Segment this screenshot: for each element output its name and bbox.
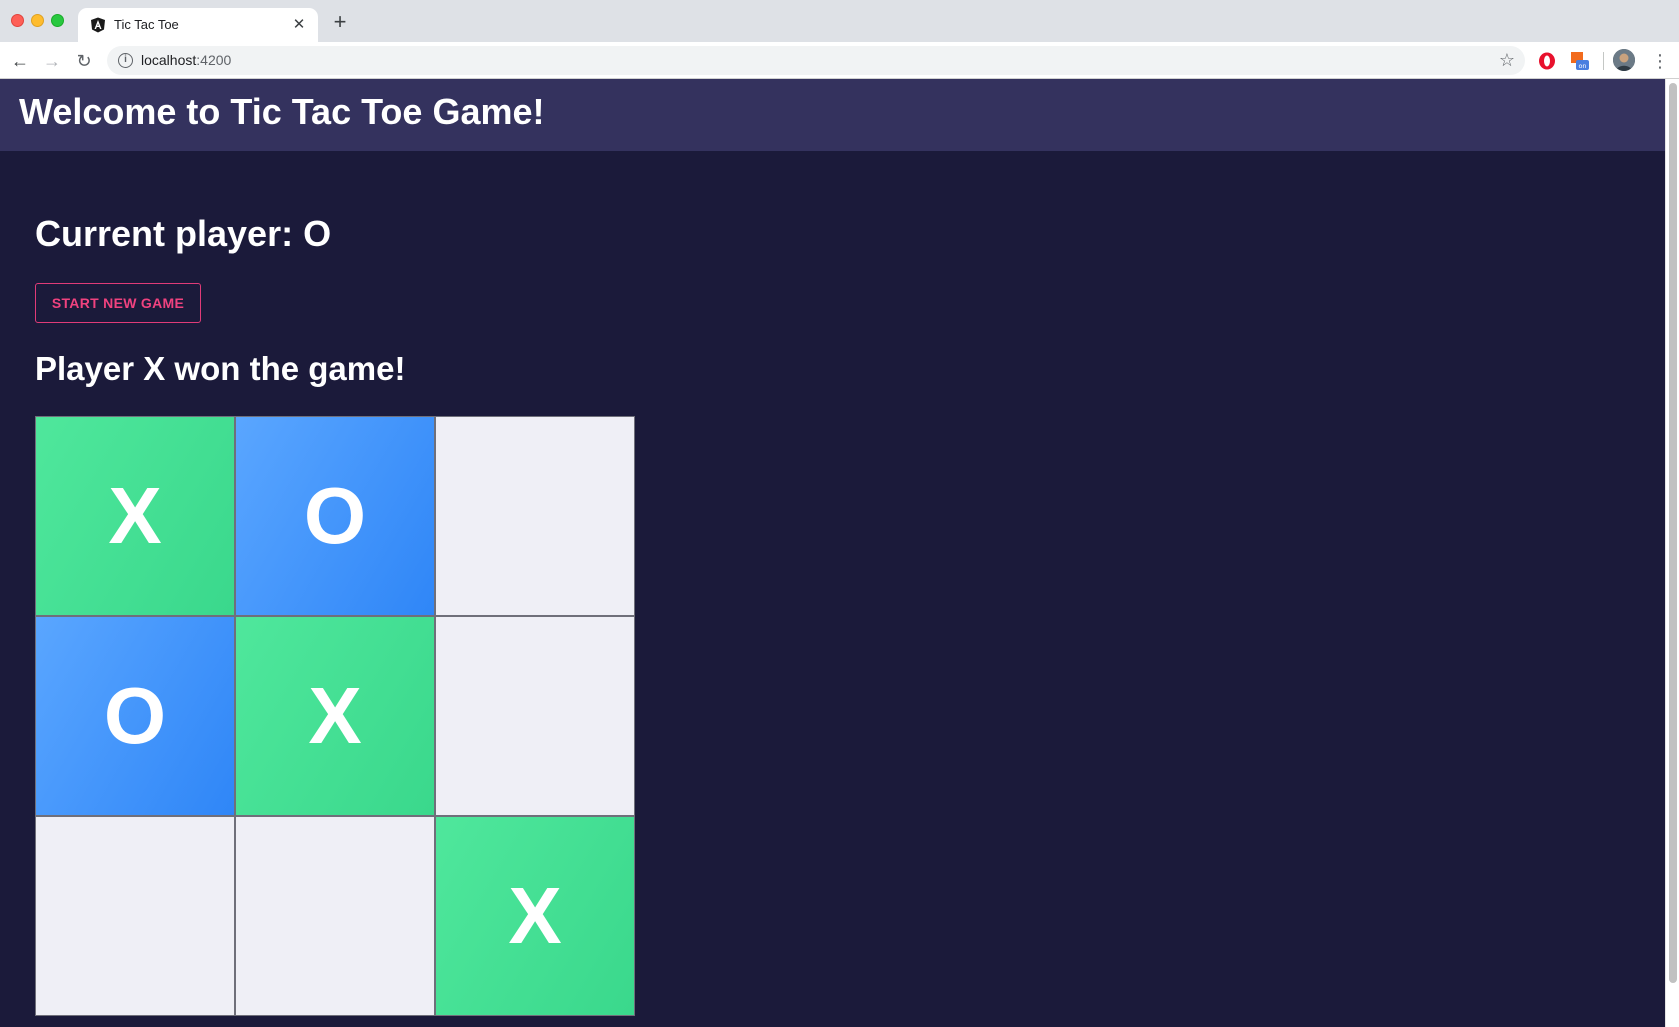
angular-icon — [91, 17, 105, 33]
forward-arrow-icon[interactable]: → — [41, 50, 63, 72]
person-icon — [1613, 49, 1635, 71]
new-tab-button[interactable]: + — [329, 11, 351, 33]
vertical-scrollbar[interactable] — [1665, 79, 1679, 1027]
board-cell[interactable]: O — [35, 616, 235, 816]
winner-message: Player X won the game! — [35, 350, 406, 387]
current-player-label: Current player: O — [35, 213, 332, 254]
toolbar-separator — [1603, 52, 1604, 70]
scrollbar-thumb[interactable] — [1669, 83, 1677, 983]
reload-icon[interactable]: ↻ — [73, 50, 95, 72]
browser-tabstrip: Tic Tac Toe ✕ + — [0, 0, 1679, 42]
toggle-extension-icon[interactable]: on — [1570, 51, 1590, 71]
bookmark-star-icon[interactable]: ☆ — [1499, 50, 1515, 71]
start-new-game-button[interactable]: START NEW GAME — [35, 283, 201, 323]
address-bar[interactable]: i localhost:4200 ☆ — [107, 46, 1525, 75]
board-cell[interactable] — [35, 816, 235, 1016]
close-window-button[interactable] — [11, 14, 24, 27]
board-cell[interactable] — [435, 616, 635, 816]
browser-tab[interactable]: Tic Tac Toe ✕ — [78, 8, 318, 42]
tab-title: Tic Tac Toe — [114, 17, 179, 32]
svg-text:on: on — [1578, 62, 1586, 70]
game-board: X O O X X — [35, 416, 635, 1016]
page-title: Welcome to Tic Tac Toe Game! — [19, 91, 545, 132]
board-cell[interactable] — [435, 416, 635, 616]
tab-close-icon[interactable]: ✕ — [290, 16, 308, 34]
page-viewport: Welcome to Tic Tac Toe Game! Current pla… — [0, 79, 1679, 1027]
opera-extension-icon[interactable] — [1537, 51, 1557, 71]
board-cell[interactable]: X — [235, 616, 435, 816]
site-info-icon[interactable]: i — [118, 53, 133, 68]
url-host: localhost — [141, 52, 197, 68]
board-cell[interactable]: X — [35, 416, 235, 616]
back-arrow-icon[interactable]: ← — [9, 50, 31, 72]
maximize-window-button[interactable] — [51, 14, 64, 27]
app-header: Welcome to Tic Tac Toe Game! — [0, 79, 1665, 151]
board-cell[interactable]: X — [435, 816, 635, 1016]
board-cell[interactable]: O — [235, 416, 435, 616]
minimize-window-button[interactable] — [31, 14, 44, 27]
board-cell[interactable] — [235, 816, 435, 1016]
url-port: :4200 — [196, 52, 232, 68]
url-text[interactable]: localhost:4200 — [141, 52, 231, 68]
browser-toolbar: ← → ↻ i localhost:4200 ☆ on ⋮ — [0, 42, 1679, 79]
browser-menu-icon[interactable]: ⋮ — [1651, 50, 1669, 72]
profile-avatar[interactable] — [1613, 49, 1635, 71]
